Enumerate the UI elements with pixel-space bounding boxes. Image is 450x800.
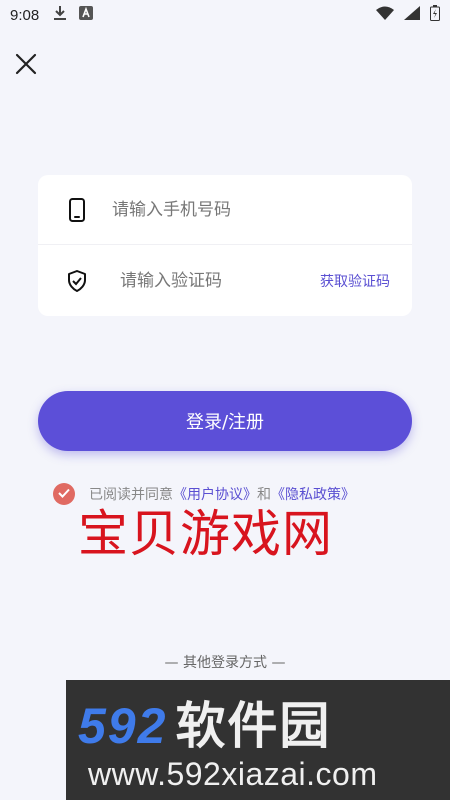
- code-input[interactable]: [120, 271, 300, 291]
- status-bar: 9:08: [0, 0, 450, 30]
- site-banner: 592 软件园 www.592xiazai.com: [66, 680, 450, 800]
- signal-icon: [404, 6, 420, 24]
- code-row: 获取验证码: [38, 246, 412, 316]
- get-code-button[interactable]: 获取验证码: [320, 271, 390, 291]
- a-box-icon: [79, 6, 94, 24]
- agreement-checkbox[interactable]: [53, 483, 75, 505]
- shield-check-icon: [66, 268, 88, 294]
- download-icon: [53, 5, 67, 25]
- watermark-text: 宝贝游戏网: [78, 505, 333, 563]
- banner-name: 软件园: [175, 697, 332, 755]
- banner-url: www.592xiazai.com: [88, 756, 378, 792]
- check-icon: [58, 486, 70, 502]
- banner-number: 592: [78, 698, 168, 754]
- status-time: 9:08: [10, 6, 40, 24]
- close-icon: [14, 52, 38, 80]
- login-register-button[interactable]: 登录/注册: [38, 391, 412, 451]
- phone-input[interactable]: [112, 199, 372, 220]
- phone-row: [38, 175, 412, 245]
- banner-title: 592 软件园: [78, 686, 331, 758]
- wifi-icon: [376, 6, 394, 24]
- close-button[interactable]: [12, 52, 40, 80]
- login-form-card: 获取验证码: [38, 175, 412, 316]
- battery-icon: [430, 5, 440, 25]
- other-login-label: — 其他登录方式 —: [164, 655, 286, 671]
- phone-icon: [66, 197, 88, 223]
